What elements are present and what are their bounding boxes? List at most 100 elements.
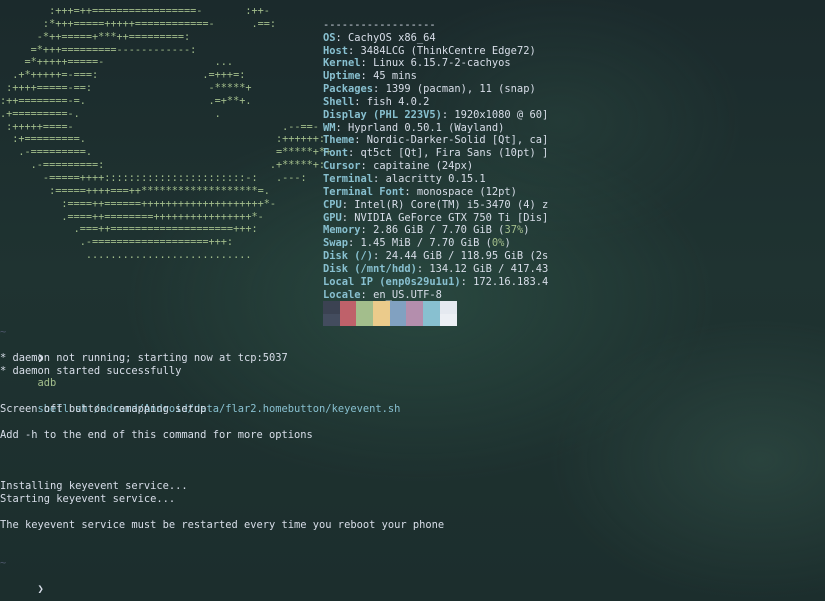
info-value: 24.44 GiB / 118.95 GiB (2s [385,250,549,263]
ascii-logo-line: -*++=====+***++=========: [0,31,191,43]
info-key: Shell [323,95,355,108]
terminal-window[interactable]: :+++=++=================- :++- :*+++====… [0,0,825,601]
info-value: Hyprland 0.50.1 (Wayland) [348,121,505,134]
info-key: Terminal [323,172,374,185]
info-value: 1399 (pacman), 11 (snap) [385,83,536,96]
info-row: WM: Hyprland 0.50.1 (Wayland) [323,121,505,134]
output-line: Screen off button remapping setup [0,403,207,416]
info-key: Memory [323,224,361,237]
active-prompt-line[interactable]: ❯ [0,570,825,595]
info-key: GPU [323,211,342,224]
info-key: CPU [323,198,342,211]
info-key: Host [323,44,349,57]
info-value: fish 4.0.2 [366,95,430,108]
info-row: Host: 3484LCG (ThinkCentre Edge72) [323,44,536,57]
ascii-logo-line: .-===================+++: [0,237,234,249]
info-value: Intel(R) Core(TM) i5-3470 (4) z [354,198,549,211]
info-value: 172.16.183.4 [473,275,549,288]
info-row: Local IP (enp0s29u1u1): 172.16.183.4 [323,275,549,288]
ascii-logo-line: :+=========. :++++++: [0,134,326,146]
info-tail: ) [504,237,511,250]
info-row: Packages: 1399 (pacman), 11 (snap) [323,83,536,96]
info-value: 1.45 MiB / 7.70 GiB ( [360,237,492,250]
ascii-logo-line: -=====++++:::::::::::::::::::::::-: .---… [0,172,307,184]
palette-swatch [323,301,340,326]
output-line: The keyevent service must be restarted e… [0,518,445,531]
info-percent: 0% [491,237,505,250]
ascii-logo-line: :+++++====- .--==- [0,121,319,133]
ascii-logo-line: :++++=====-==: -*****+ [0,83,252,95]
output-line: Starting keyevent service... [0,492,176,505]
palette-swatch [373,301,390,326]
output-line: * daemon not running; starting now at tc… [0,351,288,364]
info-row: Memory: 2.86 GiB / 7.70 GiB (37%) [323,224,530,237]
info-value: alacritty 0.15.1 [385,172,486,185]
info-value: monospace (12pt) [416,185,517,198]
info-row: Disk (/): 24.44 GiB / 118.95 GiB (2s [323,250,549,263]
palette-swatch [339,301,357,326]
info-row: Locale: en_US.UTF-8 [323,288,442,301]
ascii-logo-line: .-=========. =*****+*+ [0,147,332,159]
info-row: Theme: Nordic-Darker-Solid [Qt], ca] [323,134,549,147]
info-row: Uptime: 45 mins [323,70,417,83]
command-line: ❯ adb shell sh /sdcard/Android/data/flar… [0,339,825,415]
info-row: Swap: 1.45 MiB / 7.70 GiB (0%) [323,237,511,250]
output-line: * daemon started successfully [0,364,182,377]
terminal-output: ~ ❯ adb shell sh /sdcard/Android/data/fl… [0,326,825,595]
info-row: Cursor: capitaine (24px) [323,160,474,173]
info-value: 2.86 GiB / 7.70 GiB ( [373,224,505,237]
prompt-symbol-2: ❯ [37,582,44,595]
info-value: en_US.UTF-8 [373,288,442,301]
ascii-logo-line: .-=========: .+*****+: [0,160,326,172]
info-key: Cursor [323,160,361,173]
info-key: Font [323,147,349,160]
info-key: Uptime [323,70,361,83]
info-divider: ------------------ [323,18,436,31]
info-key: Disk (/) [323,250,374,263]
info-row: GPU: NVIDIA GeForce GTX 750 Ti [Dis] [323,211,549,224]
ascii-logo-line: :++========-=. .=+**+. [0,95,252,107]
info-row: OS: CachyOS x86_64 [323,31,436,44]
info-value: capitaine (24px) [373,160,474,173]
info-key: OS [323,31,336,44]
info-key: Disk (/mnt/hdd) [323,262,417,275]
info-value: 1920x1080 @ 60] [454,108,549,121]
ascii-logo-line: :=====++++===++*******************=. [0,185,270,197]
palette-swatch [389,301,407,326]
palette-swatch [356,301,374,326]
ascii-logo-line: =*+++++=====- ... [0,57,234,69]
info-key: Terminal Font [323,185,405,198]
info-key: Kernel [323,57,361,70]
ascii-logo-line: :*+++=====+++++============- .==: [0,18,277,30]
info-value: CachyOS x86_64 [348,31,436,44]
output-line: Installing keyevent service... [0,480,188,493]
info-value: Nordic-Darker-Solid [Qt], ca] [366,134,549,147]
info-row: Font: qt5ct [Qt], Fira Sans (10pt) ] [323,147,549,160]
info-value: NVIDIA GeForce GTX 750 Ti [Dis] [354,211,549,224]
ascii-logo-line: =*+++=========------------: [0,44,197,56]
info-key: Theme [323,134,355,147]
ascii-logo-line: .====++========++++++++++++++++*- [0,211,264,223]
info-key: Packages [323,83,374,96]
color-palette [323,301,457,326]
command-program: adb [37,377,57,390]
cwd-tilde: ~ [0,326,7,338]
ascii-logo-line: .+*+++++=-===: .=+++=: [0,70,246,82]
ascii-logo-line: :====++======++++++++++++++++++++*- [0,198,277,210]
info-key: Locale [323,288,361,301]
info-key: Swap [323,237,349,250]
info-value: 134.12 GiB / 417.43 [429,262,549,275]
info-row: CPU: Intel(R) Core(TM) i5-3470 (4) z [323,198,549,211]
info-row: Kernel: Linux 6.15.7-2-cachyos [323,57,511,70]
ascii-logo-line: :+++=++=================- :++- [0,6,270,17]
info-tail: ) [523,224,530,237]
info-value: Linux 6.15.7-2-cachyos [373,57,511,70]
info-key: Display (PHL 223V5) [323,108,442,121]
info-row: Terminal: alacritty 0.15.1 [323,172,486,185]
